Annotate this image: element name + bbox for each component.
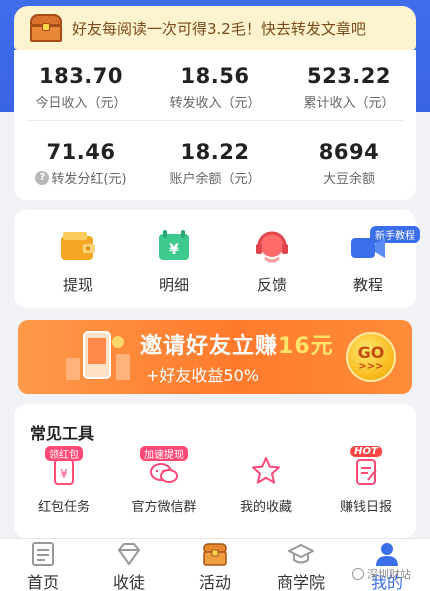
menu-item-withdraw[interactable]: 提现 [38,230,118,295]
menu-item-label: 反馈 [256,276,287,294]
stat-forward-dividend[interactable]: 71.46 ? 转发分红(元) [14,140,148,187]
stat-label: 转发收入（元） [169,96,261,111]
tool-red-envelope-task[interactable]: 领红包 ¥ 红包任务 [14,446,114,515]
notice-text: 好友每阅读一次可得3.2毛！快去转发文章吧 [72,19,366,38]
stat-label: 累计收入（元） [303,96,395,111]
report-icon: HOT [348,446,384,486]
tool-label: 红包任务 [37,500,90,515]
tool-badge: 加速提现 [140,446,188,461]
menu-item-label: 提现 [62,276,93,294]
stat-value: 18.22 [180,140,250,164]
red-envelope-icon: 领红包 ¥ [45,446,83,486]
tool-label: 我的收藏 [239,500,292,515]
stat-account-balance[interactable]: 18.22 账户余额（元） [148,140,282,187]
svg-text:¥: ¥ [169,242,179,258]
banner-subtitle: +好友收益50% [146,366,259,385]
quick-menu-card: 提现 ¥ 明细 反馈 新手教程 教程 [14,210,420,308]
star-icon [248,454,284,486]
stat-value: 523.22 [306,64,392,88]
treasure-chest-icon [30,14,62,42]
stat-total-income[interactable]: 523.22 累计收入（元） [282,64,416,111]
menu-item-tutorial[interactable]: 新手教程 教程 [328,226,420,295]
wallet-icon [59,230,97,262]
stat-label: 账户余额（元） [169,172,261,187]
common-tools-card: 常见工具 领红包 ¥ 红包任务 加速提现 官方微信群 我的收藏 HOT 赚钱日报 [14,404,416,538]
watermark-logo-icon [352,568,364,580]
nav-label: 活动 [198,573,231,591]
ledger-icon: ¥ [155,230,193,262]
nav-item-apprentice[interactable]: 收徒 [86,541,172,591]
earnings-stats-card: 183.70 今日收入（元） 18.56 转发收入（元） 523.22 累计收入… [14,50,416,200]
menu-item-details[interactable]: ¥ 明细 [134,230,214,295]
watermark: 深圳财站 [352,566,411,582]
stats-divider [26,120,404,121]
diamond-icon [115,541,143,567]
stat-label: 今日收入（元） [35,96,127,111]
stat-value: 8694 [318,140,380,164]
tool-label: 赚钱日报 [339,500,392,515]
stat-value: 183.70 [38,64,124,88]
banner-title: 邀请好友立赚16元 [140,334,334,359]
notice-bar[interactable]: 好友每阅读一次可得3.2毛！快去转发文章吧 [14,6,416,50]
hot-badge: HOT [350,446,382,457]
stat-today-income[interactable]: 183.70 今日收入（元） [14,64,148,111]
stat-value: 18.56 [180,64,250,88]
question-icon[interactable]: ? [35,170,50,185]
tool-wechat-group[interactable]: 加速提现 官方微信群 [114,446,214,515]
tool-badge: 领红包 [45,446,83,461]
stat-forward-income[interactable]: 18.56 转发收入（元） [148,64,282,111]
stat-value: 71.46 [46,140,116,164]
arrows-icon: >>> [358,361,384,372]
tools-title: 常见工具 [30,424,95,443]
chest-icon [201,541,229,567]
nav-item-activity[interactable]: 活动 [172,541,258,591]
stat-label: 转发分红(元) [51,172,127,187]
watermark-text: 深圳财站 [367,568,411,581]
go-button[interactable]: GO >>> [346,332,396,382]
nav-label: 收徒 [112,573,145,591]
menu-item-label: 明细 [158,276,189,294]
nav-label: 商学院 [276,573,325,591]
tool-label: 官方微信群 [131,500,197,515]
video-icon [349,230,387,262]
user-icon [373,541,401,567]
tool-my-favorites[interactable]: 我的收藏 [216,454,316,515]
stat-bean-balance[interactable]: 8694 大豆余额 [282,140,416,187]
stat-label: 大豆余额 [322,172,375,187]
nav-item-business-school[interactable]: 商学院 [258,541,344,591]
wechat-icon: 加速提现 [140,446,188,486]
tool-earning-daily[interactable]: HOT 赚钱日报 [316,446,416,515]
phone-illustration-icon [66,331,130,380]
bottom-nav: 首页 收徒 活动 商学院 我的 [0,538,430,591]
nav-item-home[interactable]: 首页 [0,541,86,591]
menu-item-label: 教程 [352,276,383,294]
graduation-cap-icon [287,541,315,567]
nav-label: 首页 [26,573,59,591]
news-icon [29,541,57,567]
invite-friends-banner[interactable]: 邀请好友立赚16元 +好友收益50% GO >>> [18,320,412,394]
headset-icon [253,230,291,263]
svg-text:¥: ¥ [60,467,68,481]
menu-item-feedback[interactable]: 反馈 [232,230,312,295]
